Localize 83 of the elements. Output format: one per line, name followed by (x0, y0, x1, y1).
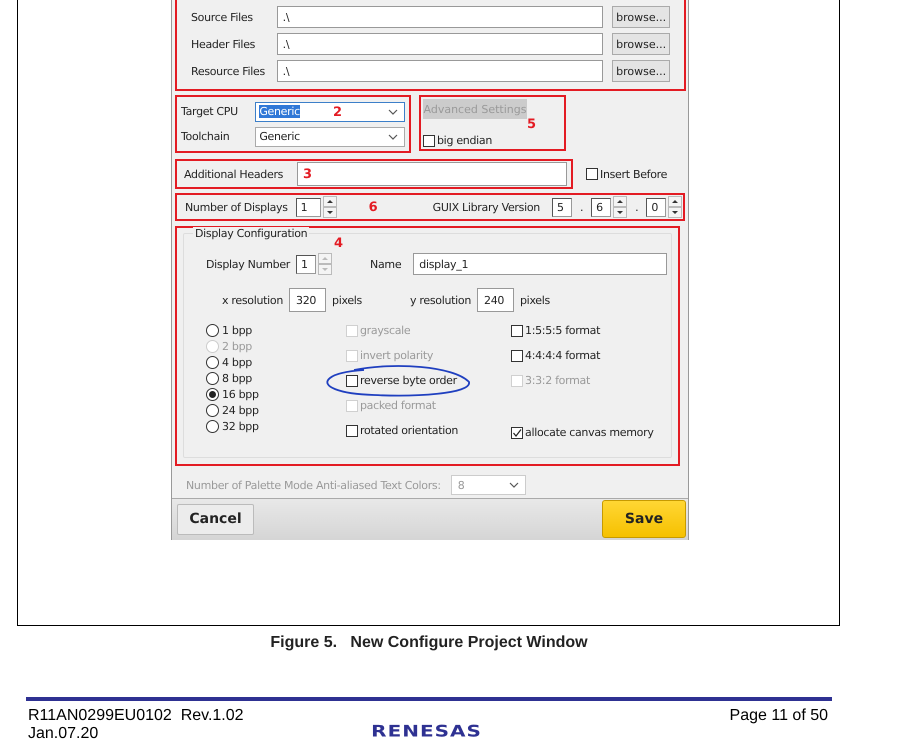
number-field[interactable]: 0 (646, 198, 666, 216)
radio-label: 32 bpp (222, 420, 259, 433)
radio-label: 4 bpp (222, 356, 252, 369)
path-field[interactable]: .\ (276, 6, 604, 28)
number-field[interactable]: 6 (591, 198, 612, 216)
checkbox[interactable] (346, 424, 358, 436)
dropdown[interactable]: Generic (255, 126, 405, 146)
annotation-number: 6 (368, 200, 378, 214)
checkbox[interactable] (511, 426, 523, 438)
checkbox-label: rotated orientation (360, 424, 458, 437)
unit-label: pixels (332, 294, 362, 306)
radio-button[interactable] (206, 372, 219, 385)
checkbox-label: packed format (360, 399, 436, 412)
checkbox-label: big endian (437, 134, 492, 147)
separator-dot: . (635, 200, 638, 214)
spinner-arrows-icon[interactable] (668, 196, 682, 218)
radio-label: 2 bpp (222, 340, 252, 353)
radio-label: 24 bpp (222, 404, 259, 417)
annotation-number: 4 (334, 236, 343, 251)
browse-button[interactable]: browse... (612, 6, 670, 28)
spinner-arrows-icon[interactable] (613, 196, 628, 218)
field-label: Display Number (206, 258, 290, 270)
radio-button[interactable] (206, 324, 219, 337)
document-number: R11AN0299EU0102 Rev.1.02 (28, 707, 244, 725)
figure-caption: Figure 5. New Configure Project Window (270, 634, 588, 652)
field-label: Target CPU (181, 105, 239, 118)
number-field[interactable]: 320 (289, 288, 326, 312)
number-field[interactable]: 240 (477, 288, 514, 312)
radio-label: 1 bpp (222, 324, 252, 337)
field-label: Number of Palette Mode Anti-aliased Text Colors: (186, 478, 441, 492)
path-field[interactable]: .\ (276, 60, 604, 82)
checkbox[interactable] (511, 324, 523, 336)
radio-button[interactable] (206, 388, 219, 401)
field-label: y resolution (410, 294, 471, 306)
annotation-number: 2 (333, 105, 342, 120)
field-label: x resolution (222, 294, 284, 306)
radio-button[interactable] (206, 356, 219, 369)
radio-label: 8 bpp (222, 372, 252, 385)
field-label: Number of Displays (185, 200, 288, 214)
checkbox-label: invert polarity (360, 349, 434, 362)
number-field[interactable]: 1 (296, 198, 321, 216)
number-field[interactable]: 5 (552, 198, 572, 216)
field-label: Header Files (191, 38, 256, 50)
field-label: Toolchain (181, 130, 230, 143)
field-label: Name (370, 258, 402, 270)
unit-label: pixels (520, 294, 550, 306)
browse-button[interactable]: browse... (612, 33, 670, 55)
checkbox-label: Insert Before (600, 168, 668, 180)
chevron-down-icon (388, 108, 398, 114)
field-label: Additional Headers (184, 168, 284, 180)
page-number: Page 11 of 50 (730, 707, 828, 726)
input-field[interactable] (297, 162, 567, 186)
path-field[interactable]: .\ (276, 33, 604, 55)
annotation-number: 5 (527, 117, 536, 132)
checkbox-label: 4:4:4:4 format (525, 349, 600, 362)
checkbox-label: 3:3:2 format (525, 374, 590, 387)
field-label: Resource Files (191, 64, 266, 78)
document-date: Jan.07.20 (28, 725, 100, 743)
name-field[interactable]: display_1 (413, 253, 667, 275)
save-button[interactable]: Save (602, 500, 686, 538)
cancel-button[interactable]: Cancel (177, 504, 254, 534)
chevron-down-icon (508, 482, 519, 488)
company-logo: RENESAS (371, 721, 482, 741)
field-label: Source Files (191, 10, 254, 24)
radio-label: 16 bpp (222, 388, 259, 401)
checkbox-label: allocate canvas memory (525, 426, 654, 439)
radio-button[interactable] (206, 404, 219, 417)
field-label: GUIX Library Version (432, 200, 540, 214)
radio-button[interactable] (206, 420, 219, 433)
checkbox[interactable] (346, 374, 358, 386)
checkbox[interactable] (423, 134, 435, 146)
checkbox-label: grayscale (360, 324, 410, 337)
checkbox-label: reverse byte order (360, 374, 457, 387)
number-field[interactable]: 1 (296, 254, 316, 274)
checkbox[interactable] (586, 168, 598, 180)
checkbox[interactable] (511, 350, 523, 362)
annotation-number: 3 (303, 167, 312, 182)
separator-dot: . (580, 200, 584, 214)
browse-button[interactable]: browse... (612, 60, 670, 82)
checkbox-label: 1:5:5:5 format (525, 324, 600, 337)
chevron-down-icon (388, 134, 398, 140)
spinner-arrows-icon[interactable] (322, 196, 337, 218)
group-title: Display Configuration (193, 227, 310, 240)
